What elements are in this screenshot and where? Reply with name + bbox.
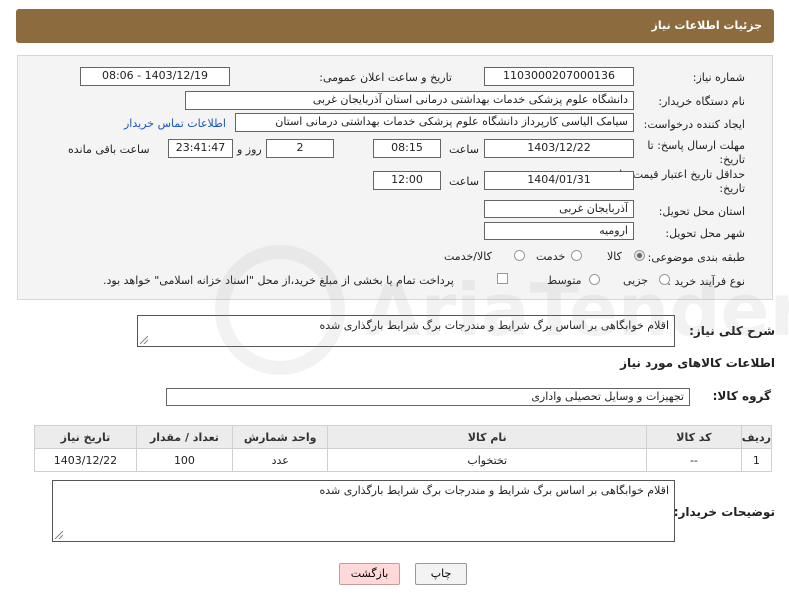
back-button[interactable]: بازگشت — [339, 563, 400, 585]
resize-handle-icon[interactable] — [140, 336, 148, 344]
summary-label: شرح کلی نیاز: — [689, 324, 775, 338]
announce-date-field: 1403/12/19 - 08:06 — [80, 67, 230, 86]
province-label: استان محل تحویل: — [658, 205, 745, 218]
buyer-org-field: دانشگاه علوم پزشکی خدمات بهداشتی درمانی … — [185, 91, 634, 110]
price-validity-label-date: تاریخ: — [719, 182, 745, 195]
process-minor-radio[interactable] — [659, 274, 670, 285]
reply-time-label: ساعت — [449, 143, 479, 156]
reply-time-field: 08:15 — [373, 139, 441, 158]
summary-textarea[interactable]: اقلام خوابگاهی بر اساس برگ شرایط و مندرج… — [137, 315, 675, 347]
col-goods-name: نام کالا — [327, 425, 648, 449]
buyer-org-label: نام دستگاه خریدار: — [658, 95, 745, 108]
price-validity-date-field: 1404/01/31 — [484, 171, 634, 190]
reply-deadline-label: مهلت ارسال پاسخ: تا — [647, 139, 745, 152]
process-type-label: نوع فرآیند خرید : — [667, 275, 745, 288]
table-header-row: ردیف کد کالا نام کالا واحد شمارش تعداد /… — [34, 425, 773, 449]
city-field: ارومیه — [484, 222, 634, 240]
cell-unit: عدد — [231, 448, 329, 472]
treasury-payment-note: پرداخت تمام یا بخشی از مبلغ خرید،از محل … — [103, 274, 454, 287]
creator-label: ایجاد کننده درخواست: — [643, 118, 745, 131]
creator-field: سیامک الیاسی کارپرداز دانشگاه علوم پزشکی… — [235, 113, 634, 132]
category-goods-label: کالا — [607, 250, 622, 263]
category-goods-service-label: کالا/خدمت — [444, 250, 492, 263]
price-time-label: ساعت — [449, 175, 479, 188]
cell-need-date: 1403/12/22 — [34, 448, 137, 472]
need-number-label: شماره نیاز: — [692, 71, 745, 84]
buyer-contact-link[interactable]: اطلاعات تماس خریدار — [124, 117, 226, 130]
buyer-notes-textarea[interactable]: اقلام خوابگاهی بر اساس برگ شرایط و مندرج… — [52, 480, 675, 542]
category-service-radio[interactable] — [571, 250, 582, 261]
col-goods-code: کد کالا — [646, 425, 742, 449]
cell-goods-code: -- — [646, 448, 742, 472]
goods-section-title: اطلاعات کالاهای مورد نیاز — [620, 356, 775, 370]
reply-deadline-label-date: تاریخ: — [719, 153, 745, 166]
col-quantity: تعداد / مقدار — [135, 425, 233, 449]
process-medium-label: متوسط — [547, 274, 582, 287]
remaining-time-field: 23:41:47 — [168, 139, 233, 158]
cell-goods-name: تختخواب — [327, 448, 648, 472]
table-row: 1 -- تختخواب عدد 100 1403/12/22 — [34, 448, 773, 472]
buyer-notes-text: اقلام خوابگاهی بر اساس برگ شرایط و مندرج… — [319, 484, 669, 497]
cell-row-number: 1 — [740, 448, 773, 472]
reply-date-field: 1403/12/22 — [484, 139, 634, 158]
resize-handle-icon[interactable] — [55, 531, 63, 539]
print-button[interactable]: چاپ — [415, 563, 467, 585]
days-remaining-field: 2 — [266, 139, 334, 158]
summary-text: اقلام خوابگاهی بر اساس برگ شرایط و مندرج… — [319, 319, 669, 332]
category-goods-radio[interactable] — [634, 250, 645, 261]
page-title: جزئیات اطلاعات نیاز — [651, 19, 763, 32]
price-validity-label: حداقل تاریخ اعتبار قیمت: تا — [619, 168, 745, 181]
cell-quantity: 100 — [135, 448, 233, 472]
col-row-number: ردیف — [740, 425, 773, 449]
col-unit: واحد شمارش — [231, 425, 329, 449]
province-field: آذربایجان غربی — [484, 200, 634, 218]
buyer-notes-label: توضیحات خریدار: — [673, 505, 775, 519]
days-label: روز و — [237, 143, 262, 156]
goods-group-field: تجهیزات و وسایل تحصیلی واداری — [166, 388, 690, 406]
page-header: جزئیات اطلاعات نیاز — [16, 9, 774, 43]
process-minor-label: جزیی — [623, 274, 649, 287]
city-label: شهر محل تحویل: — [665, 227, 745, 240]
remaining-time-label: ساعت باقی مانده — [68, 143, 150, 156]
category-goods-service-radio[interactable] — [514, 250, 525, 261]
col-need-date: تاریخ نیاز — [34, 425, 137, 449]
process-medium-radio[interactable] — [589, 274, 600, 285]
price-validity-time-field: 12:00 — [373, 171, 441, 190]
announce-date-label: تاریخ و ساعت اعلان عمومی: — [319, 71, 452, 84]
need-number-field: 1103000207000136 — [484, 67, 634, 86]
category-label: طبقه بندی موضوعی: — [647, 251, 745, 264]
category-service-label: خدمت — [536, 250, 566, 263]
goods-group-label: گروه کالا: — [712, 389, 771, 403]
goods-table: ردیف کد کالا نام کالا واحد شمارش تعداد /… — [34, 425, 773, 472]
treasury-payment-checkbox[interactable] — [497, 273, 508, 284]
